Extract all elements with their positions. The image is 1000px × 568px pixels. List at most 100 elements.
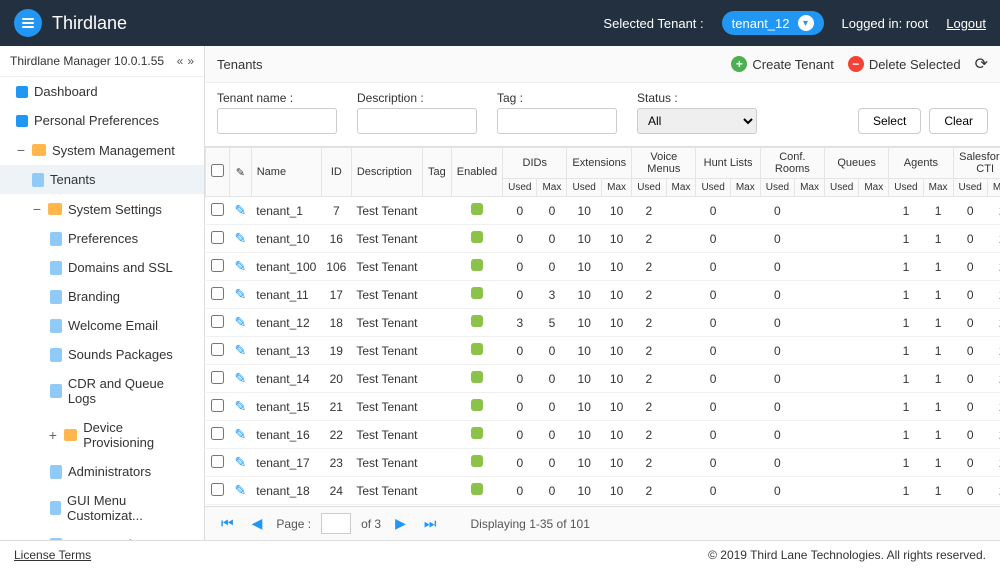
table-row[interactable]: ✎ tenant_19 25 Test Tenant 00 1010 2 0 0… (206, 505, 1000, 507)
expand-icon[interactable]: + (48, 427, 58, 443)
refresh-icon[interactable]: ⟳ (975, 54, 988, 74)
nav-sounds[interactable]: Sounds Packages (0, 340, 204, 369)
tenant-selector[interactable]: tenant_12 ▾ (722, 11, 824, 35)
nav-gui-menu[interactable]: GUI Menu Customizat... (0, 486, 204, 530)
enabled-indicator-icon (471, 231, 483, 243)
nav-administrators[interactable]: Administrators (0, 457, 204, 486)
nav-preferences[interactable]: Personal Preferences (0, 106, 204, 135)
cell-id: 20 (321, 365, 351, 393)
create-tenant-button[interactable]: +Create Tenant (731, 56, 833, 72)
row-checkbox[interactable] (211, 203, 224, 216)
table-row[interactable]: ✎ tenant_15 21 Test Tenant 00 1010 2 0 0… (206, 393, 1000, 421)
edit-icon[interactable]: ✎ (235, 426, 247, 442)
cell-desc: Test Tenant (351, 253, 422, 281)
col-conf[interactable]: Conf. Rooms (760, 148, 824, 179)
prev-page-button[interactable]: ◀ (248, 515, 267, 532)
table-row[interactable]: ✎ tenant_13 19 Test Tenant 00 1010 2 0 0… (206, 337, 1000, 365)
nav-tenants[interactable]: Tenants (0, 165, 204, 194)
cell-desc: Test Tenant (351, 421, 422, 449)
collapse-icon[interactable]: − (16, 142, 26, 158)
edit-icon[interactable]: ✎ (235, 398, 247, 414)
last-page-button[interactable]: ⏭ (420, 515, 441, 532)
row-checkbox[interactable] (211, 343, 224, 356)
col-queues[interactable]: Queues (824, 148, 888, 179)
cell-id: 22 (321, 421, 351, 449)
col-vm[interactable]: Voice Menus (632, 148, 696, 179)
table-row[interactable]: ✎ tenant_100 106 Test Tenant 00 1010 2 0… (206, 253, 1000, 281)
col-enabled[interactable]: Enabled (451, 148, 502, 197)
edit-icon[interactable]: ✎ (235, 370, 247, 386)
table-row[interactable]: ✎ tenant_17 23 Test Tenant 00 1010 2 0 0… (206, 449, 1000, 477)
expand-all-icon[interactable]: » (187, 54, 194, 68)
enabled-indicator-icon (471, 399, 483, 411)
filter-name-input[interactable] (217, 108, 337, 134)
col-hunt[interactable]: Hunt Lists (696, 148, 760, 179)
row-checkbox[interactable] (211, 259, 224, 272)
nav-ss-preferences[interactable]: Preferences (0, 224, 204, 253)
table-row[interactable]: ✎ tenant_14 20 Test Tenant 00 1010 2 0 0… (206, 365, 1000, 393)
cell-id: 7 (321, 197, 351, 225)
table-row[interactable]: ✎ tenant_10 16 Test Tenant 00 1010 2 0 0… (206, 225, 1000, 253)
nav-domains-ssl[interactable]: Domains and SSL (0, 253, 204, 282)
chevron-down-icon: ▾ (798, 15, 814, 31)
cell-desc: Test Tenant (351, 449, 422, 477)
nav-branding[interactable]: Branding (0, 282, 204, 311)
col-ext[interactable]: Extensions (567, 148, 632, 179)
table-row[interactable]: ✎ tenant_11 17 Test Tenant 03 1010 2 0 0… (206, 281, 1000, 309)
logout-link[interactable]: Logout (946, 16, 986, 31)
edit-icon[interactable]: ✎ (235, 258, 247, 274)
table-row[interactable]: ✎ tenant_1 7 Test Tenant 00 1010 2 0 0 1… (206, 197, 1000, 225)
license-terms-link[interactable]: License Terms (14, 548, 91, 562)
select-button[interactable]: Select (858, 108, 921, 134)
next-page-button[interactable]: ▶ (391, 515, 410, 532)
table-row[interactable]: ✎ tenant_16 22 Test Tenant 00 1010 2 0 0… (206, 421, 1000, 449)
col-dids[interactable]: DIDs (503, 148, 567, 179)
delete-selected-button[interactable]: −Delete Selected (848, 56, 961, 72)
row-checkbox[interactable] (211, 455, 224, 468)
col-name[interactable]: Name (251, 148, 321, 197)
nav-cdr-logs[interactable]: CDR and Queue Logs (0, 369, 204, 413)
select-all-checkbox[interactable] (211, 164, 224, 177)
edit-icon[interactable]: ✎ (235, 230, 247, 246)
collapse-icon[interactable]: − (32, 201, 42, 217)
enabled-indicator-icon (471, 427, 483, 439)
cell-id: 106 (321, 253, 351, 281)
page-input[interactable] (321, 513, 351, 534)
table-row[interactable]: ✎ tenant_12 18 Test Tenant 35 1010 2 0 0… (206, 309, 1000, 337)
row-checkbox[interactable] (211, 427, 224, 440)
edit-icon[interactable]: ✎ (235, 454, 247, 470)
filter-status-select[interactable]: All (637, 108, 757, 134)
nav-system-settings[interactable]: −System Settings (0, 194, 204, 224)
filter-tag-input[interactable] (497, 108, 617, 134)
app-version: Thirdlane Manager 10.0.1.55 (10, 54, 164, 68)
nav-dashboard[interactable]: Dashboard (0, 77, 204, 106)
nav-welcome-email[interactable]: Welcome Email (0, 311, 204, 340)
edit-icon[interactable]: ✎ (235, 482, 247, 498)
row-checkbox[interactable] (211, 371, 224, 384)
edit-icon[interactable]: ✎ (235, 342, 247, 358)
nav-event-hooks[interactable]: Event Hooks (0, 530, 204, 540)
first-page-button[interactable]: ⏮ (217, 515, 238, 532)
col-id[interactable]: ID (321, 148, 351, 197)
cell-id: 23 (321, 449, 351, 477)
clear-button[interactable]: Clear (929, 108, 988, 134)
row-checkbox[interactable] (211, 399, 224, 412)
row-checkbox[interactable] (211, 287, 224, 300)
file-icon (50, 538, 62, 541)
col-sf[interactable]: Salesforce CTI (953, 148, 1000, 179)
enabled-indicator-icon (471, 259, 483, 271)
row-checkbox[interactable] (211, 315, 224, 328)
collapse-all-icon[interactable]: « (177, 54, 184, 68)
col-agents[interactable]: Agents (889, 148, 953, 179)
filter-desc-input[interactable] (357, 108, 477, 134)
row-checkbox[interactable] (211, 231, 224, 244)
nav-system-management[interactable]: −System Management (0, 135, 204, 165)
edit-icon[interactable]: ✎ (235, 202, 247, 218)
col-tag[interactable]: Tag (422, 148, 451, 197)
row-checkbox[interactable] (211, 483, 224, 496)
edit-icon[interactable]: ✎ (235, 286, 247, 302)
nav-device-provisioning[interactable]: +Device Provisioning (0, 413, 204, 457)
col-desc[interactable]: Description (351, 148, 422, 197)
table-row[interactable]: ✎ tenant_18 24 Test Tenant 00 1010 2 0 0… (206, 477, 1000, 505)
edit-icon[interactable]: ✎ (235, 314, 247, 330)
